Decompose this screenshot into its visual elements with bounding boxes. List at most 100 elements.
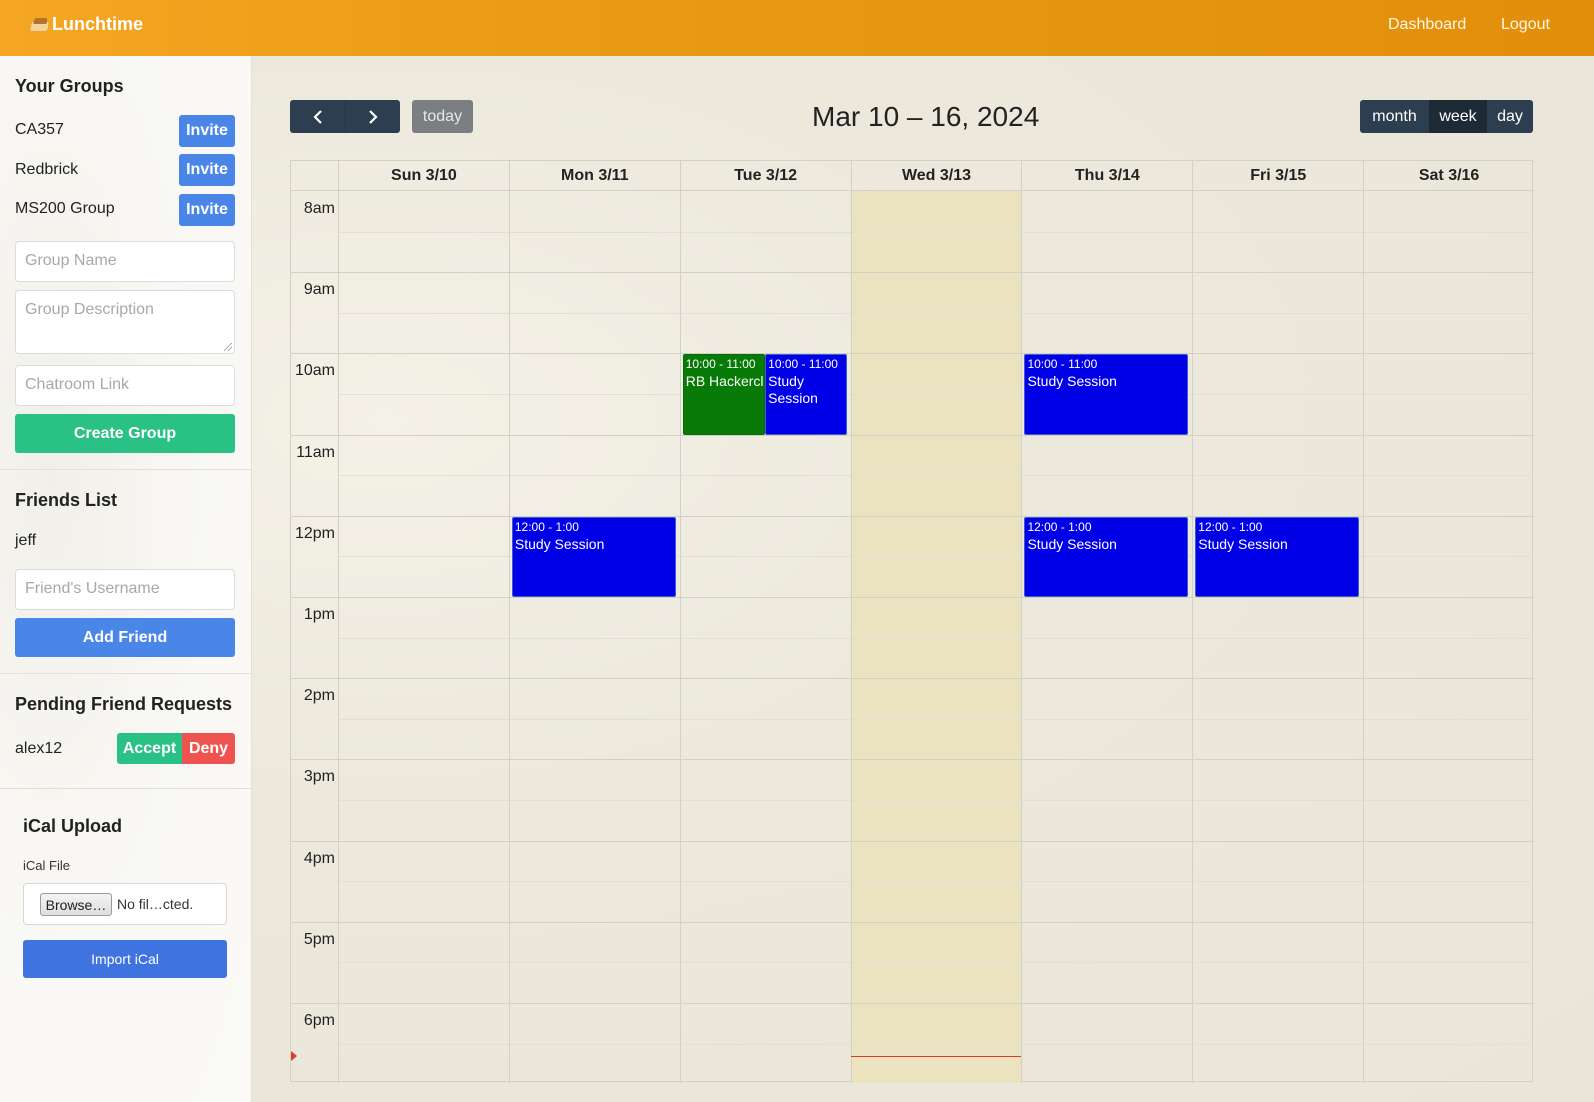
half-hour-gridline: [338, 800, 1534, 801]
day-header[interactable]: Tue 3/12: [679, 161, 851, 190]
half-hour-gridline: [338, 881, 1534, 883]
hour-gridline: [291, 759, 1534, 761]
day-column-divider: [338, 161, 339, 1083]
event-title: Study Session: [768, 373, 818, 407]
sidebar: Your Groups CA357 Invite Redbrick Invite…: [0, 56, 252, 1102]
half-hour-gridline: [338, 312, 1534, 314]
prev-button[interactable]: [290, 100, 345, 133]
half-hour-gridline: [338, 231, 1534, 233]
invite-button-ms200[interactable]: Invite: [179, 194, 235, 226]
day-column-divider: [679, 161, 681, 1083]
invite-button-redbrick[interactable]: Invite: [179, 154, 235, 186]
day-column-divider: [850, 161, 852, 1083]
hour-gridline: [291, 353, 1534, 355]
hour-gridline: [291, 1003, 1534, 1004]
calendar-event[interactable]: 10:00 - 11:00 Study Session: [1024, 354, 1189, 435]
day-column-divider: [508, 161, 510, 1083]
top-navbar: Lunchtime Dashboard Logout: [0, 0, 1594, 56]
add-friend-button[interactable]: Add Friend: [15, 618, 235, 657]
friend-item: jeff: [15, 532, 37, 549]
lunchbox-icon: [30, 17, 50, 33]
calendar-event[interactable]: 12:00 - 1:00 Study Session: [511, 516, 676, 597]
group-name-redbrick: Redbrick: [15, 161, 79, 178]
view-month-button[interactable]: month: [1360, 100, 1429, 133]
nav-logout-link[interactable]: Logout: [1501, 16, 1550, 34]
event-time: 12:00 - 1:00: [1027, 519, 1092, 534]
event-title: RB Hackerclub: [685, 373, 764, 390]
file-status-text: No fil…cted.: [117, 896, 194, 912]
browse-button[interactable]: Browse…: [40, 893, 112, 916]
calendar-title: Mar 10 – 16, 2024: [812, 101, 1040, 132]
event-time: 10:00 - 11:00: [768, 357, 838, 372]
day-column-divider: [1363, 161, 1365, 1083]
event-time: 12:00 - 1:00: [1198, 519, 1263, 534]
time-slot-label: 3pm: [303, 768, 335, 786]
import-ical-button[interactable]: Import iCal: [23, 940, 227, 978]
day-column-divider: [1192, 161, 1194, 1083]
half-hour-gridline: [338, 475, 1534, 477]
event-title: Study Session: [1198, 535, 1288, 552]
event-time: 10:00 - 11:00: [1027, 357, 1098, 372]
half-hour-gridline: [338, 962, 1534, 964]
create-group-button[interactable]: Create Group: [15, 414, 235, 453]
event-time: 10:00 - 11:00: [685, 357, 756, 372]
view-day-button[interactable]: day: [1487, 100, 1533, 133]
group-description-placeholder: Group Description: [25, 301, 154, 318]
pending-request-name: alex12: [15, 740, 63, 757]
section-divider: [0, 469, 251, 470]
current-time-arrow-icon: [291, 1050, 297, 1061]
time-slot-label: 1pm: [303, 606, 335, 623]
event-title: Study Session: [514, 535, 605, 552]
calendar-event[interactable]: 10:00 - 11:00 Study Session: [765, 354, 847, 435]
time-slot-label: 2pm: [303, 687, 335, 705]
calendar-event[interactable]: 10:00 - 11:00RB Hackerclub: [682, 354, 766, 435]
day-header[interactable]: Wed 3/13: [850, 161, 1022, 190]
half-hour-gridline: [338, 394, 1534, 395]
day-header[interactable]: Thu 3/14: [1021, 161, 1192, 190]
next-button[interactable]: [345, 100, 400, 133]
day-header-row: Sun 3/10 Mon 3/11 Tue 3/12 Wed 3/13 Thu 3/14…: [291, 161, 1534, 191]
group-name-ca357: CA357: [15, 121, 64, 138]
calendar-event[interactable]: 12:00 - 1:00 Study Session: [1024, 516, 1189, 597]
ical-file-input[interactable]: Browse… No fil…cted.: [23, 883, 227, 925]
week-calendar-grid: Sun 3/10 Mon 3/11 Tue 3/12 Wed 3/13 Thu 3/14…: [290, 160, 1534, 1083]
hour-gridline: [291, 597, 1534, 598]
deny-button[interactable]: Deny: [182, 733, 235, 764]
brand-link[interactable]: Lunchtime: [30, 14, 143, 35]
brand-name: Lunchtime: [52, 14, 144, 34]
day-header[interactable]: Fri 3/15: [1192, 161, 1363, 190]
time-slot-label: 6pm: [303, 1012, 335, 1029]
event-title: Study Session: [1027, 535, 1117, 552]
pending-requests-title: Pending Friend Requests: [15, 694, 233, 714]
resize-handle-icon[interactable]: [224, 343, 232, 351]
view-week-button[interactable]: week: [1429, 100, 1487, 133]
chatroom-link-input[interactable]: Chatroom Link: [15, 365, 235, 406]
today-button[interactable]: today: [412, 100, 473, 133]
section-divider: [0, 673, 251, 674]
day-header[interactable]: Mon 3/11: [508, 161, 680, 190]
accept-button[interactable]: Accept: [117, 733, 182, 764]
day-header[interactable]: Sat 3/16: [1363, 161, 1534, 190]
ical-file-label: iCal File: [23, 858, 70, 873]
friends-title: Friends List: [15, 490, 118, 510]
current-time-indicator: [850, 1055, 1022, 1057]
calendar-event[interactable]: 12:00 - 1:00 Study Session: [1195, 516, 1360, 597]
section-divider: [0, 788, 251, 789]
group-name-ms200: MS200 Group: [15, 200, 115, 217]
friend-username-input[interactable]: Friend's Username: [15, 569, 235, 610]
time-slot-label: 4pm: [303, 849, 335, 867]
time-slot-label: 10am: [294, 362, 335, 380]
group-name-input[interactable]: Group Name: [15, 241, 235, 282]
hour-gridline: [291, 678, 1534, 680]
day-header[interactable]: Sun 3/10: [338, 161, 509, 190]
nav-dashboard-link[interactable]: Dashboard: [1388, 16, 1466, 34]
event-time: 12:00 - 1:00: [514, 519, 579, 534]
groups-title: Your Groups: [15, 76, 124, 96]
chevron-left-icon: [312, 109, 322, 124]
hour-gridline: [291, 840, 1534, 842]
time-slot-label: 12pm: [294, 524, 335, 542]
invite-button-ca357[interactable]: Invite: [179, 115, 235, 147]
time-slot-label: 8am: [303, 200, 335, 217]
group-description-textarea[interactable]: Group Description: [15, 290, 235, 354]
view-switcher: month week day: [1360, 100, 1533, 133]
